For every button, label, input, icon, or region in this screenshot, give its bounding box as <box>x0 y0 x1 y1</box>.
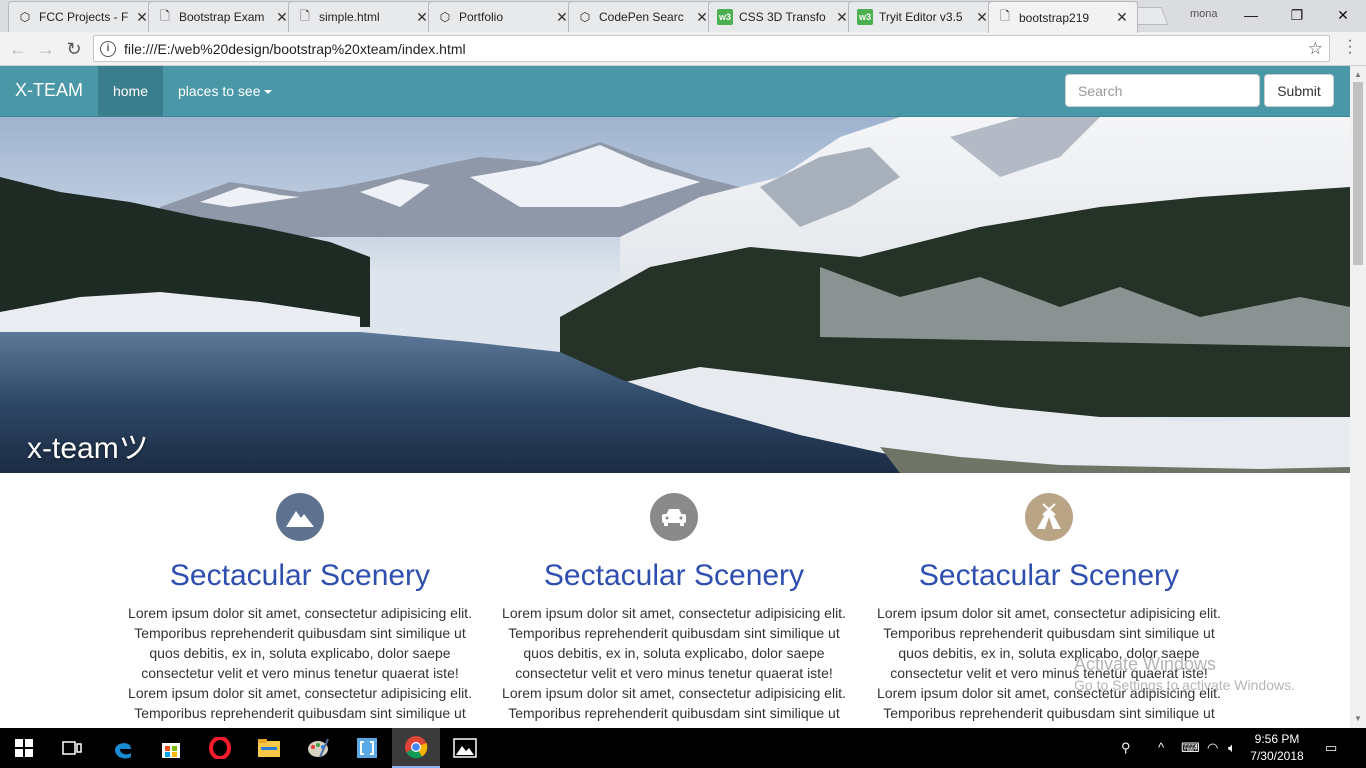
people-icon[interactable]: ⚲ <box>1121 740 1131 756</box>
activate-windows-hint: Go to Settings to activate Windows. <box>1074 677 1295 693</box>
opera-icon[interactable] <box>196 728 244 768</box>
clock-time: 9:56 PM <box>1254 732 1300 746</box>
page-icon: 🗋 <box>300 8 310 23</box>
close-icon[interactable]: ✕ <box>975 9 989 26</box>
feature-text: Lorem ipsum dolor sit amet, consectetur … <box>128 605 472 721</box>
bookmark-star-icon[interactable]: ☆ <box>1308 39 1323 59</box>
nav-places-label: places to see <box>178 83 261 99</box>
url-text[interactable]: file:///E:/web%20design/bootstrap%20xtea… <box>124 41 466 57</box>
windows-start-icon[interactable] <box>0 728 48 768</box>
close-icon[interactable]: ✕ <box>835 9 849 26</box>
close-icon[interactable]: ✕ <box>695 9 709 26</box>
close-window-icon[interactable]: ✕ <box>1320 0 1366 30</box>
submit-button[interactable]: Submit <box>1264 74 1334 107</box>
nav-places-dropdown[interactable]: places to see <box>178 83 272 99</box>
feature-title: Sectacular Scenery <box>543 559 805 592</box>
file-explorer-icon[interactable] <box>245 728 293 768</box>
feature-title: Sectacular Scenery <box>918 559 1180 592</box>
reload-icon[interactable]: ↻ <box>62 37 86 61</box>
brackets-icon[interactable] <box>343 728 391 768</box>
wifi-icon[interactable]: ◠ <box>1207 740 1218 756</box>
chevron-up-icon[interactable]: ^ <box>1158 740 1164 755</box>
w3-icon: w3 <box>857 9 873 25</box>
task-view-icon[interactable] <box>48 728 96 768</box>
volume-icon[interactable]: 🔈︎ <box>1228 740 1236 756</box>
feature-title: Sectacular Scenery <box>169 559 431 592</box>
edge-icon[interactable] <box>99 728 147 768</box>
codepen-icon: ⬡ <box>439 10 451 24</box>
codepen-icon: ⬡ <box>579 10 591 24</box>
address-bar[interactable]: i file:///E:/web%20design/bootstrap%20xt… <box>93 35 1330 62</box>
tab-title: Portfolio <box>459 10 504 24</box>
tab-title: CodePen Searc <box>599 10 684 24</box>
forward-icon[interactable]: → <box>34 37 58 61</box>
close-icon[interactable]: ✕ <box>135 9 149 26</box>
back-icon[interactable]: ← <box>6 37 30 61</box>
browser-tab[interactable]: 🗋 Bootstrap Exam ✕ <box>148 1 298 32</box>
clock-date: 7/30/2018 <box>1250 749 1304 763</box>
scroll-down-icon[interactable]: ▼ <box>1354 714 1362 723</box>
vertical-scrollbar[interactable]: ▲ ▼ <box>1350 66 1366 728</box>
store-icon[interactable] <box>147 728 195 768</box>
caret-down-icon <box>263 90 272 95</box>
nav-home[interactable]: home <box>98 66 163 116</box>
car-icon <box>650 493 698 541</box>
page-icon: 🗋 <box>1000 9 1010 23</box>
browser-tab-active[interactable]: 🗋 bootstrap219 ✕ <box>988 1 1138 33</box>
feature-text: Lorem ipsum dolor sit amet, consectetur … <box>502 605 846 721</box>
close-icon[interactable]: ✕ <box>415 9 429 26</box>
paint-icon[interactable] <box>294 728 342 768</box>
page-icon: 🗋 <box>160 8 170 23</box>
notification-icon[interactable]: ▭ <box>1325 740 1337 756</box>
codepen-icon: ⬡ <box>19 10 31 24</box>
close-icon[interactable]: ✕ <box>1115 9 1129 26</box>
browser-tab[interactable]: w3 Tryit Editor v3.5 ✕ <box>848 1 998 32</box>
restore-icon[interactable]: ❐ <box>1274 0 1320 30</box>
hero-caption: x-teamツ <box>27 432 149 465</box>
ime-icon[interactable]: ⌨ <box>1181 740 1200 756</box>
minimize-icon[interactable]: — <box>1228 0 1274 30</box>
info-icon[interactable]: i <box>100 40 116 57</box>
close-icon[interactable]: ✕ <box>555 9 569 26</box>
tab-title: bootstrap219 <box>1019 10 1090 25</box>
feature-column: Sectacular Scenery Lorem ipsum dolor sit… <box>125 493 475 723</box>
w3-icon: w3 <box>717 9 733 25</box>
browser-tab[interactable]: ⬡ Portfolio ✕ <box>428 1 578 32</box>
chrome-icon[interactable] <box>392 728 440 768</box>
hero-landscape <box>0 117 1350 473</box>
tent-icon <box>1025 493 1073 541</box>
web-page: X-TEAM home places to see Submit <box>0 66 1350 728</box>
tab-title: Tryit Editor v3.5 <box>879 10 963 24</box>
taskbar-clock[interactable]: 9:56 PM 7/30/2018 <box>1242 731 1312 765</box>
browser-tab[interactable]: 🗋 simple.html ✕ <box>288 1 438 32</box>
windows-taskbar: ⚲ ^ ⌨ ◠ 🔈︎ 9:56 PM 7/30/2018 ▭ <box>0 728 1366 768</box>
tab-strip: ⬡ FCC Projects - F ✕ 🗋 Bootstrap Exam ✕ … <box>0 0 1366 33</box>
search-input[interactable] <box>1065 74 1260 107</box>
tab-title: Bootstrap Exam <box>179 10 265 24</box>
hero-image: x-teamツ <box>0 117 1350 473</box>
profile-name[interactable]: mona <box>1190 8 1218 20</box>
close-icon[interactable]: ✕ <box>275 9 289 26</box>
browser-tab[interactable]: w3 CSS 3D Transfo ✕ <box>708 1 858 32</box>
tab-title: CSS 3D Transfo <box>739 10 826 24</box>
site-navbar: X-TEAM home places to see Submit <box>0 66 1350 117</box>
feature-column: Sectacular Scenery Lorem ipsum dolor sit… <box>499 493 849 723</box>
browser-tab[interactable]: ⬡ FCC Projects - F ✕ <box>8 1 158 32</box>
browser-toolbar: ← → ↻ i file:///E:/web%20design/bootstra… <box>0 32 1366 66</box>
activate-windows-title: Activate Windows <box>1074 654 1217 674</box>
menu-icon[interactable]: · · · <box>1340 33 1360 61</box>
tab-title: simple.html <box>319 10 380 24</box>
mountain-icon <box>276 493 324 541</box>
photos-icon[interactable] <box>441 728 489 768</box>
navbar-brand[interactable]: X-TEAM <box>15 80 83 101</box>
scrollbar-thumb[interactable] <box>1353 82 1363 265</box>
browser-tab[interactable]: ⬡ CodePen Searc ✕ <box>568 1 718 32</box>
scroll-up-icon[interactable]: ▲ <box>1354 70 1362 79</box>
tab-title: FCC Projects - F <box>39 10 129 24</box>
